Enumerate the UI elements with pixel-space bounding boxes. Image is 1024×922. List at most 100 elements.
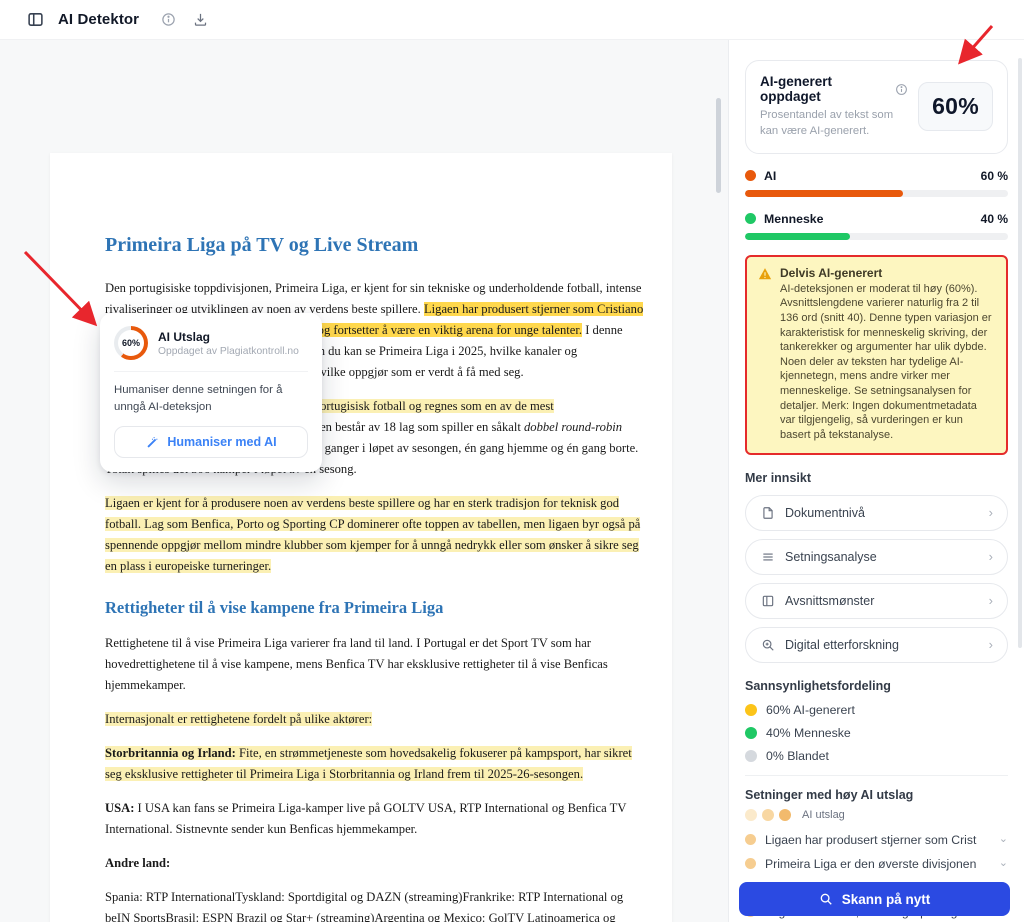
info-icon[interactable] <box>894 82 908 97</box>
legend-label: AI utslag <box>802 809 845 821</box>
insight-item-paragraph-pattern[interactable]: Avsnittsmønster › <box>745 583 1008 619</box>
insight-item-label: Dokumentnivå <box>785 506 865 520</box>
distribution-section-label: Sannsynlighetsfordeling <box>745 679 1008 693</box>
score-card-title: AI-generert oppdaget <box>760 74 888 104</box>
doc-text-bold: Storbritannia og Irland: <box>105 746 236 760</box>
divider <box>745 775 1008 776</box>
ai-signal-dot <box>745 834 756 845</box>
sentence-text: Primeira Liga er den øverste divisjonen … <box>765 857 977 871</box>
insight-item-label: Avsnittsmønster <box>785 594 874 608</box>
human-dot <box>745 213 756 224</box>
chevron-right-icon: › <box>989 505 993 520</box>
tooltip-hint: Humaniser denne setningen for å unngå AI… <box>114 382 308 415</box>
insight-item-document-level[interactable]: Dokumentnivå › <box>745 495 1008 531</box>
sentence-lines-icon <box>760 549 775 564</box>
score-card-subtitle: Prosentandel av tekst som kan være AI-ge… <box>760 108 908 140</box>
sidebar-toggle-icon[interactable] <box>26 11 44 29</box>
warning-body: AI-deteksjonen er moderat til høy (60%).… <box>780 282 995 443</box>
distribution-label: 0% Blandet <box>766 749 829 763</box>
page-title: AI Detektor <box>58 11 139 28</box>
paragraph-pattern-icon <box>760 593 775 608</box>
sentence-item[interactable]: Ligaen har produsert stjerner som Cristi… <box>745 833 1008 847</box>
distribution-label: 60% AI-generert <box>766 703 855 717</box>
doc-text: I USA kan fans se Primeira Liga-kamper l… <box>105 801 626 836</box>
tooltip-title: AI Utslag <box>158 330 299 344</box>
insight-item-label: Setningsanalyse <box>785 550 877 564</box>
insights-section-label: Mer innsikt <box>745 471 1008 485</box>
detector-sidebar: AI-generert oppdaget Prosentandel av tek… <box>728 40 1024 922</box>
human-bar-value: 40 % <box>981 212 1008 226</box>
human-bar-fill <box>745 233 850 240</box>
ai-signal-dot <box>745 858 756 869</box>
doc-heading-1: Primeira Liga på TV og Live Stream <box>105 233 650 257</box>
highlighted-sentence[interactable]: Internasjonalt er rettighetene fordelt p… <box>105 712 372 726</box>
partial-ai-warning: Delvis AI-generert AI-deteksjonen er mod… <box>745 255 1008 455</box>
insight-item-digital-forensics[interactable]: Digital etterforskning › <box>745 627 1008 663</box>
ai-sentence-tooltip: 60% AI Utslag Oppdaget av Plagiatkontrol… <box>100 313 322 472</box>
score-ring: 60% <box>114 326 148 360</box>
distribution-row-ai: 60% AI-generert <box>745 703 1008 717</box>
ai-bar-track <box>745 190 1008 197</box>
distribution-row-mixed: 0% Blandet <box>745 749 1008 763</box>
wand-icon <box>145 435 160 450</box>
doc-paragraph-stars: Ligaen er kjent for å produsere noen av … <box>105 493 650 577</box>
search-icon <box>819 892 834 907</box>
score-value-badge: 60% <box>918 82 993 131</box>
doc-text: Ligaen består av 18 lag som spiller en s… <box>294 420 524 434</box>
gray-dot <box>745 750 757 762</box>
chevron-right-icon: › <box>989 593 993 608</box>
doc-text-bold: USA: <box>105 801 134 815</box>
human-bar-track <box>745 233 1008 240</box>
doc-paragraph-rights: Rettighetene til å vise Primeira Liga va… <box>105 633 650 696</box>
ai-bar-fill <box>745 190 903 197</box>
score-ring-value: 60% <box>118 330 144 356</box>
app-header: AI Detektor <box>0 0 1024 40</box>
highlighted-sentence[interactable]: Storbritannia og Irland: Fite, en strømm… <box>105 746 632 781</box>
highlighted-sentence[interactable]: Ligaen er kjent for å produsere noen av … <box>105 496 640 573</box>
chevron-down-icon: ⌄ <box>999 856 1008 869</box>
ai-signal-legend: AI utslag <box>745 809 1008 821</box>
legend-dot-low <box>745 809 757 821</box>
doc-text-bold: Andre land: <box>105 856 170 870</box>
rescan-button[interactable]: Skann på nytt <box>739 882 1010 916</box>
chevron-right-icon: › <box>989 549 993 564</box>
ai-dot <box>745 170 756 181</box>
info-icon[interactable] <box>159 11 177 29</box>
human-bar-label: Menneske <box>764 212 823 226</box>
document-page: Primeira Liga på TV og Live Stream Den p… <box>50 153 672 922</box>
sidebar-scrollbar-thumb[interactable] <box>1018 58 1022 648</box>
warning-icon <box>758 267 772 443</box>
doc-paragraph-countries: Spania: RTP InternationalTyskland: Sport… <box>105 887 650 922</box>
warning-title: Delvis AI-generert <box>780 266 995 280</box>
doc-paragraph-intl: Internasjonalt er rettighetene fordelt p… <box>105 709 650 730</box>
sentences-section-label: Setninger med høy AI utslag <box>745 788 1008 802</box>
score-card: AI-generert oppdaget Prosentandel av tek… <box>745 60 1008 154</box>
human-meter: Menneske 40 % <box>745 212 1008 240</box>
ai-bar-label: AI <box>764 169 776 183</box>
chevron-down-icon: ⌄ <box>999 832 1008 845</box>
tooltip-divider <box>114 371 308 372</box>
green-dot <box>745 727 757 739</box>
legend-dot-high <box>779 809 791 821</box>
sentence-item[interactable]: Primeira Liga er den øverste divisjonen … <box>745 857 1008 871</box>
ai-meter: AI 60 % <box>745 169 1008 197</box>
document-icon <box>760 505 775 520</box>
document-scrollbar-thumb[interactable] <box>716 98 721 193</box>
humanize-button[interactable]: Humaniser med AI <box>114 426 308 458</box>
distribution-label: 40% Menneske <box>766 726 851 740</box>
doc-paragraph-other-label: Andre land: <box>105 853 650 874</box>
forensics-zoom-icon <box>760 637 775 652</box>
chevron-right-icon: › <box>989 637 993 652</box>
distribution-row-human: 40% Menneske <box>745 726 1008 740</box>
legend-dot-mid <box>762 809 774 821</box>
document-pane: Primeira Liga på TV og Live Stream Den p… <box>0 40 728 922</box>
download-icon[interactable] <box>191 11 209 29</box>
rescan-button-label: Skann på nytt <box>842 892 931 907</box>
doc-paragraph-uk: Storbritannia og Irland: Fite, en strømm… <box>105 743 650 785</box>
insight-item-label: Digital etterforskning <box>785 638 899 652</box>
ai-bar-value: 60 % <box>981 169 1008 183</box>
sentence-text: Ligaen har produsert stjerner som Cristi… <box>765 833 977 847</box>
humanize-button-label: Humaniser med AI <box>167 435 276 449</box>
doc-heading-2a: Rettigheter til å vise kampene fra Prime… <box>105 597 650 618</box>
insight-item-sentence-analysis[interactable]: Setningsanalyse › <box>745 539 1008 575</box>
